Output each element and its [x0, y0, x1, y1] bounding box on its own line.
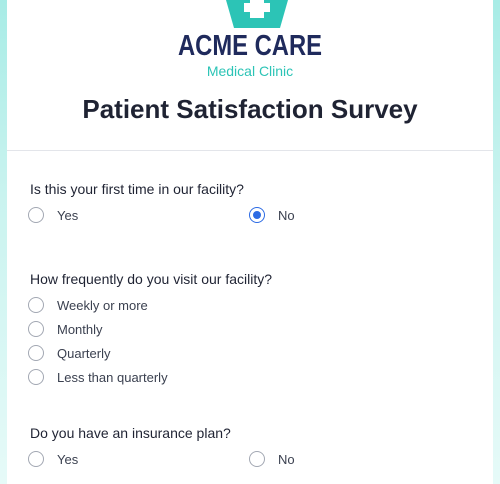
- radio-button[interactable]: [28, 321, 44, 337]
- option-label: No: [278, 451, 295, 467]
- question-first-time: Is this your first time in our facility?: [30, 181, 244, 197]
- radio-button-selected[interactable]: [249, 207, 265, 223]
- option-insurance-no[interactable]: No: [249, 450, 295, 468]
- medical-cross-icon: [226, 0, 288, 28]
- page-title: Patient Satisfaction Survey: [82, 94, 418, 124]
- radio-button[interactable]: [28, 207, 44, 223]
- radio-button[interactable]: [28, 297, 44, 313]
- option-label: Yes: [57, 451, 79, 467]
- option-label: Less than quarterly: [57, 369, 168, 385]
- option-quarterly[interactable]: Quarterly: [28, 344, 110, 362]
- option-label: Weekly or more: [57, 297, 148, 313]
- option-label: Monthly: [57, 321, 103, 337]
- option-first-time-no[interactable]: No: [249, 206, 295, 224]
- brand-subtitle: Medical Clinic: [206, 63, 294, 79]
- question-insurance: Do you have an insurance plan?: [30, 425, 231, 441]
- radio-button[interactable]: [28, 345, 44, 361]
- form-header: ACME CARE Medical Clinic Patient Satisfa…: [7, 0, 493, 151]
- option-monthly[interactable]: Monthly: [28, 320, 103, 338]
- option-insurance-yes[interactable]: Yes: [28, 450, 78, 468]
- brand-name: ACME CARE: [177, 30, 323, 62]
- radio-button[interactable]: [249, 451, 265, 467]
- radio-button[interactable]: [28, 369, 44, 385]
- option-label: Quarterly: [57, 345, 111, 361]
- option-first-time-yes[interactable]: Yes: [28, 206, 78, 224]
- option-weekly[interactable]: Weekly or more: [28, 296, 148, 314]
- survey-form: ACME CARE Medical Clinic Patient Satisfa…: [7, 0, 493, 484]
- radio-button[interactable]: [28, 451, 44, 467]
- option-label: No: [278, 207, 295, 223]
- question-visit-frequency: How frequently do you visit our facility…: [30, 271, 272, 287]
- option-less-than-quarterly[interactable]: Less than quarterly: [28, 368, 168, 386]
- option-label: Yes: [57, 207, 79, 223]
